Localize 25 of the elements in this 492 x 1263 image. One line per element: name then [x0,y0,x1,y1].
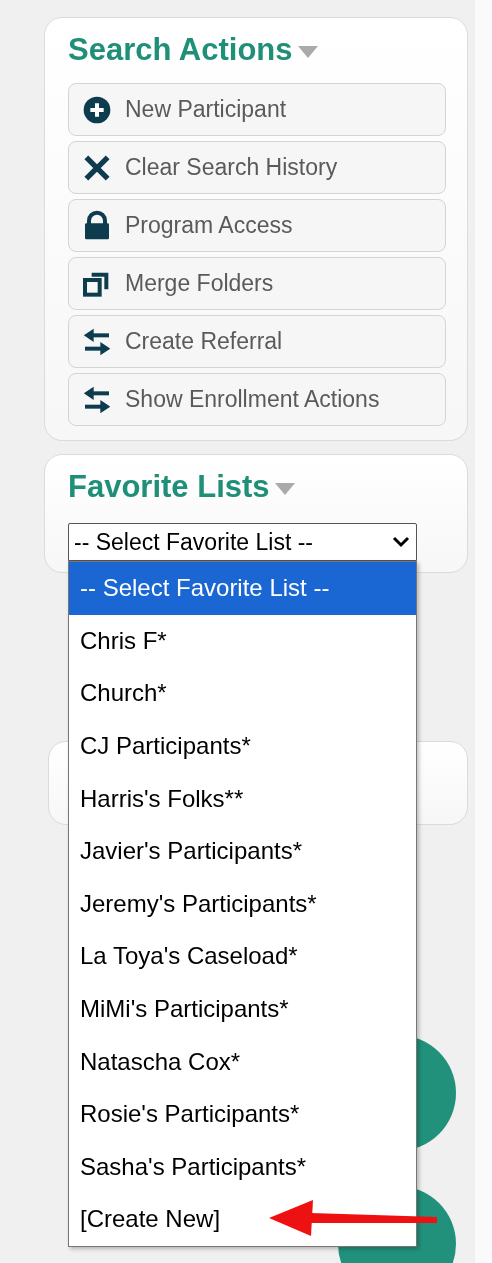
dropdown-option[interactable]: CJ Participants* [69,719,416,773]
action-button[interactable]: Merge Folders [68,257,446,310]
dropdown-option[interactable]: Church* [69,667,416,720]
action-button[interactable]: Clear Search History [68,141,446,194]
caret-icon[interactable] [296,44,319,60]
action-button[interactable]: New Participant [68,83,446,136]
dropdown-option[interactable]: [Create New] [69,1193,416,1246]
favorite-list-select[interactable]: -- Select Favorite List -- [68,523,417,561]
panel-title: Favorite Lists [68,469,270,505]
dropdown-option[interactable]: Harris's Folks** [69,772,416,825]
action-button[interactable]: Program Access [68,199,446,252]
dropdown-option[interactable]: Rosie's Participants* [69,1087,416,1141]
action-button[interactable]: Show Enrollment Actions [68,373,446,426]
dropdown-option[interactable]: Jeremy's Participants* [69,877,416,931]
panel-title: Search Actions [68,32,293,68]
dropdown-option[interactable]: La Toya's Caseload* [69,930,416,983]
dropdown-option[interactable]: MiMi's Participants* [69,982,416,1036]
dropdown-option[interactable]: Sasha's Participants* [69,1140,416,1194]
dropdown-option[interactable]: Chris F* [69,614,416,668]
caret-icon[interactable] [273,481,296,497]
action-button[interactable]: Create Referral [68,315,446,368]
dropdown-option[interactable]: Javier's Participants* [69,824,416,878]
chevron-down-icon [392,535,410,549]
dropdown-option[interactable]: -- Select Favorite List -- [69,562,416,615]
dropdown-option[interactable]: Natascha Cox* [69,1035,416,1088]
